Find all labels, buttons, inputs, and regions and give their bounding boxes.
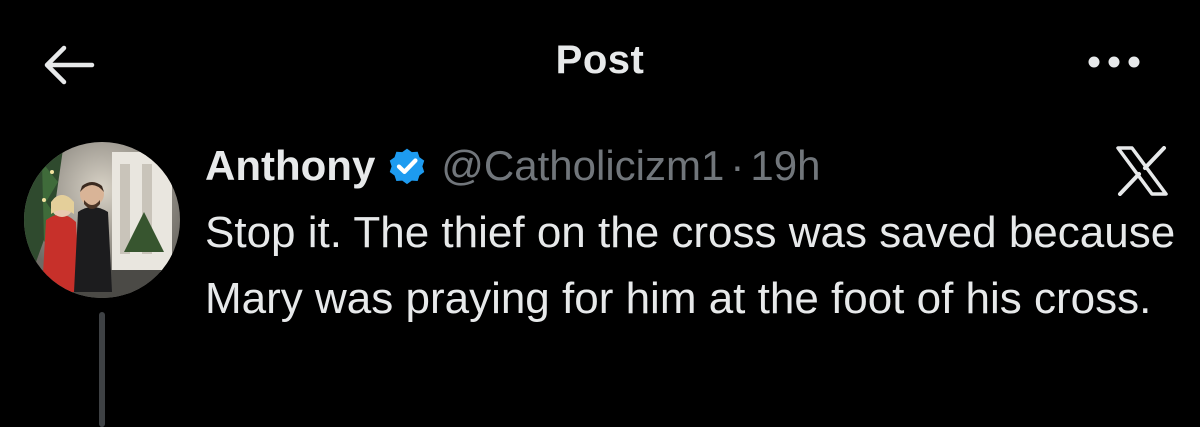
meta-separator: · (730, 142, 745, 189)
post-timestamp[interactable]: 19h (750, 142, 820, 190)
more-options-button[interactable] (1082, 46, 1146, 78)
user-handle[interactable]: @Catholicizm1 (441, 142, 724, 190)
more-horizontal-icon (1088, 56, 1140, 68)
display-name[interactable]: Anthony (205, 142, 375, 190)
thread-connector-line (99, 312, 105, 427)
tweet-header: Anthony @Catholicizm1 · 19h (205, 138, 820, 194)
avatar[interactable] (24, 142, 180, 298)
page-title: Post (555, 38, 645, 82)
avatar-photo (24, 142, 180, 298)
top-bar: Post (0, 0, 1200, 125)
verified-badge-icon[interactable] (385, 144, 429, 188)
tweet-text: Stop it. The thief on the cross was save… (205, 208, 1176, 323)
x-logo-icon[interactable] (1114, 146, 1170, 196)
